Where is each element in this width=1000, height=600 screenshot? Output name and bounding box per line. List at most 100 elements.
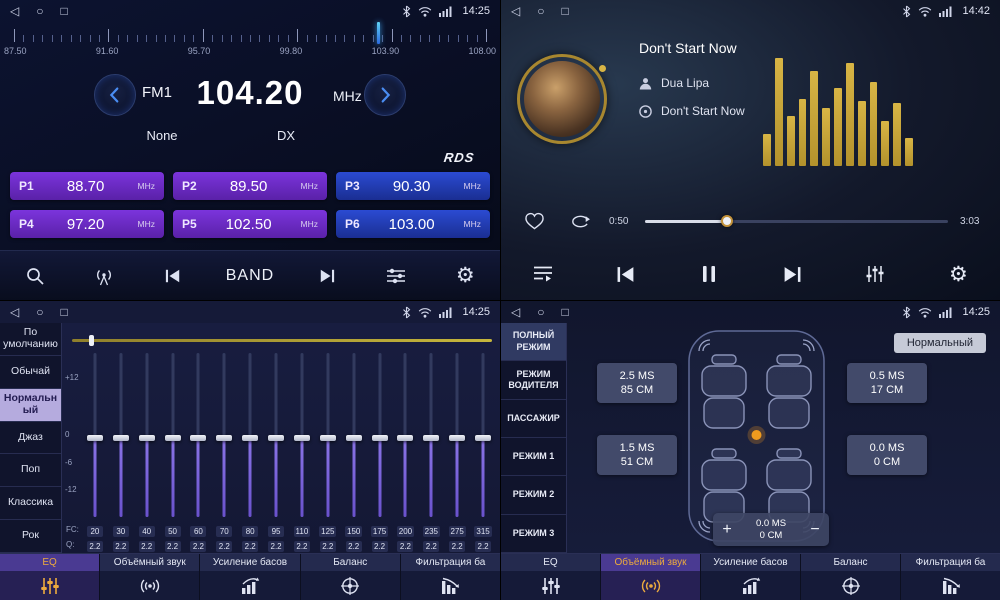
eq-panel: +12 0 -6 -12 FC: 20304050607080951101251… — [62, 323, 500, 553]
tune-sliders-icon[interactable] — [379, 267, 413, 285]
broadcast-icon[interactable] — [87, 266, 121, 286]
home-nav-button[interactable]: ○ — [537, 5, 544, 17]
tab-icon-area — [301, 571, 400, 600]
preset-button-p2[interactable]: P289.50MHz — [173, 172, 327, 200]
surround-mode-item[interactable]: ПОЛНЫЙ РЕЖИМ — [501, 323, 566, 361]
eq-preset-item[interactable]: По умолчанию — [0, 323, 61, 356]
tab-eq-sliders[interactable]: EQ — [501, 554, 601, 600]
eq-sliders-icon[interactable] — [858, 265, 892, 283]
eq-slider-fill — [430, 438, 433, 517]
tab-bass-boost[interactable]: Усиление басов — [200, 554, 300, 600]
tab-surround[interactable]: Объёмный звук — [601, 554, 701, 600]
preset-id: P3 — [345, 179, 360, 193]
delay-minus-button[interactable]: − — [801, 522, 829, 538]
home-nav-button[interactable]: ○ — [36, 306, 43, 318]
tab-label: Фильтрация ба — [401, 554, 500, 571]
recents-nav-button[interactable]: □ — [60, 306, 67, 318]
tab-balance[interactable]: Баланс — [801, 554, 901, 600]
preset-unit: MHz — [301, 219, 318, 229]
progress-knob[interactable] — [721, 215, 733, 227]
recents-nav-button[interactable]: □ — [561, 306, 568, 318]
surround-mode-item[interactable]: РЕЖИМ ВОДИТЕЛЯ — [501, 361, 566, 399]
status-bar: ◁ ○ □ 14:25 — [0, 0, 500, 22]
back-nav-button[interactable]: ◁ — [10, 306, 19, 318]
surround-mode-item[interactable]: ПАССАЖИР — [501, 400, 566, 438]
tab-balance[interactable]: Баланс — [301, 554, 401, 600]
tab-label: Объёмный звук — [601, 554, 700, 571]
band-button[interactable]: BAND — [226, 267, 274, 285]
next-track-icon[interactable] — [775, 265, 809, 284]
eq-slider-knob[interactable] — [346, 435, 362, 441]
surround-mode-item[interactable]: РЕЖИМ 3 — [501, 515, 566, 553]
tab-surround[interactable]: Объёмный звук — [100, 554, 200, 600]
eq-slider-knob[interactable] — [87, 435, 103, 441]
preset-button-p5[interactable]: P5102.50MHz — [173, 210, 327, 238]
eq-slider-knob[interactable] — [475, 435, 491, 441]
previous-track-icon[interactable] — [156, 268, 190, 284]
search-icon[interactable] — [18, 266, 52, 286]
eq-slider-knob[interactable] — [165, 435, 181, 441]
settings-gear-icon[interactable]: ⚙ — [448, 265, 482, 286]
surround-mode-item[interactable]: РЕЖИМ 1 — [501, 438, 566, 476]
pause-button[interactable] — [692, 264, 726, 284]
master-level-slider[interactable] — [72, 339, 492, 342]
eq-slider-knob[interactable] — [139, 435, 155, 441]
eq-preset-item[interactable]: Рок — [0, 520, 61, 553]
tab-eq-sliders[interactable]: EQ — [0, 554, 100, 600]
recents-nav-button[interactable]: □ — [561, 5, 568, 17]
playlist-icon[interactable] — [526, 265, 560, 283]
eq-preset-item[interactable]: Обычай — [0, 356, 61, 389]
eq-slider-knob[interactable] — [397, 435, 413, 441]
eq-slider-knob[interactable] — [449, 435, 465, 441]
q-value: 2.2 — [346, 541, 362, 552]
favorite-heart-icon[interactable] — [517, 212, 551, 230]
eq-preset-item[interactable]: Нормальный — [0, 389, 61, 422]
home-nav-button[interactable]: ○ — [537, 306, 544, 318]
eq-slider-knob[interactable] — [113, 435, 129, 441]
delay-plus-button[interactable]: + — [713, 522, 741, 538]
eq-slider-knob[interactable] — [320, 435, 336, 441]
home-nav-button[interactable]: ○ — [36, 5, 43, 17]
eq-slider-knob[interactable] — [190, 435, 206, 441]
eq-slider-knob[interactable] — [294, 435, 310, 441]
preset-button-p3[interactable]: P390.30MHz — [336, 172, 490, 200]
eq-slider-knob[interactable] — [372, 435, 388, 441]
back-nav-button[interactable]: ◁ — [10, 5, 19, 17]
eq-preset-item[interactable]: Поп — [0, 454, 61, 487]
tab-filter[interactable]: Фильтрация ба — [901, 554, 1000, 600]
progress-bar[interactable] — [645, 220, 948, 223]
eq-slider-knob[interactable] — [423, 435, 439, 441]
surround-mode-list: ПОЛНЫЙ РЕЖИМРЕЖИМ ВОДИТЕЛЯПАССАЖИРРЕЖИМ … — [501, 323, 567, 553]
tab-filter[interactable]: Фильтрация ба — [401, 554, 500, 600]
settings-gear-icon[interactable]: ⚙ — [941, 264, 975, 285]
eq-preset-item[interactable]: Джаз — [0, 422, 61, 455]
preset-button-p1[interactable]: P188.70MHz — [10, 172, 164, 200]
repeat-icon[interactable] — [563, 213, 597, 230]
ruler-tick — [410, 35, 411, 42]
frequency-pointer[interactable] — [377, 22, 380, 44]
tab-icon-area — [200, 571, 299, 600]
surround-mode-item[interactable]: РЕЖИМ 2 — [501, 476, 566, 514]
ruler-tick — [467, 35, 468, 42]
delay-ms: 0.0 MS — [870, 442, 905, 454]
next-track-icon[interactable] — [310, 268, 344, 284]
eq-slider-knob[interactable] — [242, 435, 258, 441]
ruler-tick — [486, 29, 487, 42]
eq-slider-knob[interactable] — [268, 435, 284, 441]
head-unit-screen: ◁ ○ □ 14:25 87.5091.6095.7099.80103.9010… — [0, 0, 1000, 600]
preset-button-p6[interactable]: P6103.00MHz — [336, 210, 490, 238]
tune-up-button[interactable] — [364, 74, 406, 116]
ruler-tick — [127, 35, 128, 42]
eq-preset-item[interactable]: Классика — [0, 487, 61, 520]
sound-profile-button[interactable]: Нормальный — [894, 333, 986, 353]
master-level-handle[interactable] — [89, 335, 94, 346]
eq-slider-knob[interactable] — [216, 435, 232, 441]
delay-cm: 0 CM — [874, 456, 900, 468]
preset-button-p4[interactable]: P497.20MHz — [10, 210, 164, 238]
back-nav-button[interactable]: ◁ — [511, 306, 520, 318]
previous-track-icon[interactable] — [609, 265, 643, 284]
back-nav-button[interactable]: ◁ — [511, 5, 520, 17]
tab-bass-boost[interactable]: Усиление басов — [701, 554, 801, 600]
frequency-ruler[interactable] — [14, 26, 486, 44]
recents-nav-button[interactable]: □ — [60, 5, 67, 17]
